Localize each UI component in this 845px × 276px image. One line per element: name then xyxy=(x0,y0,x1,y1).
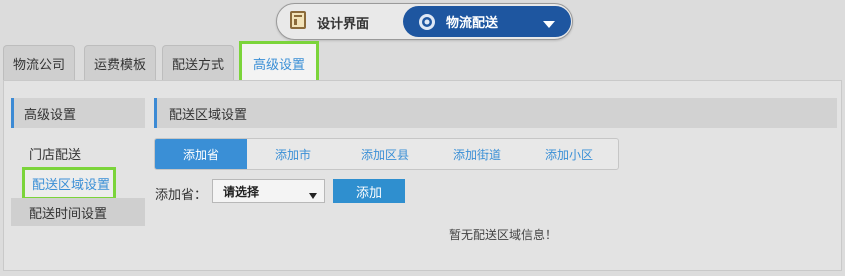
add-button[interactable]: 添加 xyxy=(333,179,405,203)
subtab-add-district[interactable]: 添加区县 xyxy=(339,139,431,169)
province-label: 添加省： xyxy=(155,188,208,203)
content-panel: 高级设置 门店配送 配送区域设置 配送时间设置 配送区域设置 添加省 添加市 添… xyxy=(3,80,842,271)
subtab-add-province[interactable]: 添加省 xyxy=(155,139,247,169)
subtab-add-street[interactable]: 添加街道 xyxy=(431,139,523,169)
design-mode-label: 设计界面 xyxy=(317,16,370,32)
logistics-mode-button[interactable]: 物流配送 xyxy=(403,6,571,37)
design-mode-button[interactable]: 设计界面 xyxy=(287,8,369,36)
province-select[interactable]: 请选择 xyxy=(212,179,325,203)
tab-delivery-method[interactable]: 配送方式 xyxy=(162,45,234,81)
gear-icon xyxy=(417,12,437,32)
tab-freight-template[interactable]: 运费模板 xyxy=(84,45,156,81)
mode-switcher: 设计界面 物流配送 xyxy=(276,3,573,40)
section-title: 配送区域设置 xyxy=(154,98,837,128)
area-level-tabs: 添加省 添加市 添加区县 添加街道 添加小区 xyxy=(154,138,619,170)
sidebar-item-store-delivery[interactable]: 门店配送 xyxy=(11,139,145,167)
province-select-value: 请选择 xyxy=(223,184,260,199)
subtab-add-community[interactable]: 添加小区 xyxy=(523,139,615,169)
sidebar-item-delivery-area[interactable]: 配送区域设置 xyxy=(22,167,116,200)
design-book-icon xyxy=(287,9,317,35)
subtab-add-city[interactable]: 添加市 xyxy=(247,139,339,169)
sidebar-title: 高级设置 xyxy=(11,98,145,128)
empty-state-message: 暂无配送区域信息！ xyxy=(449,228,558,242)
tab-logistics-company[interactable]: 物流公司 xyxy=(3,45,75,81)
logistics-mode-label: 物流配送 xyxy=(446,16,499,31)
sidebar-item-delivery-time[interactable]: 配送时间设置 xyxy=(11,198,145,226)
chevron-down-icon xyxy=(309,188,317,202)
chevron-down-icon[interactable] xyxy=(543,18,555,33)
